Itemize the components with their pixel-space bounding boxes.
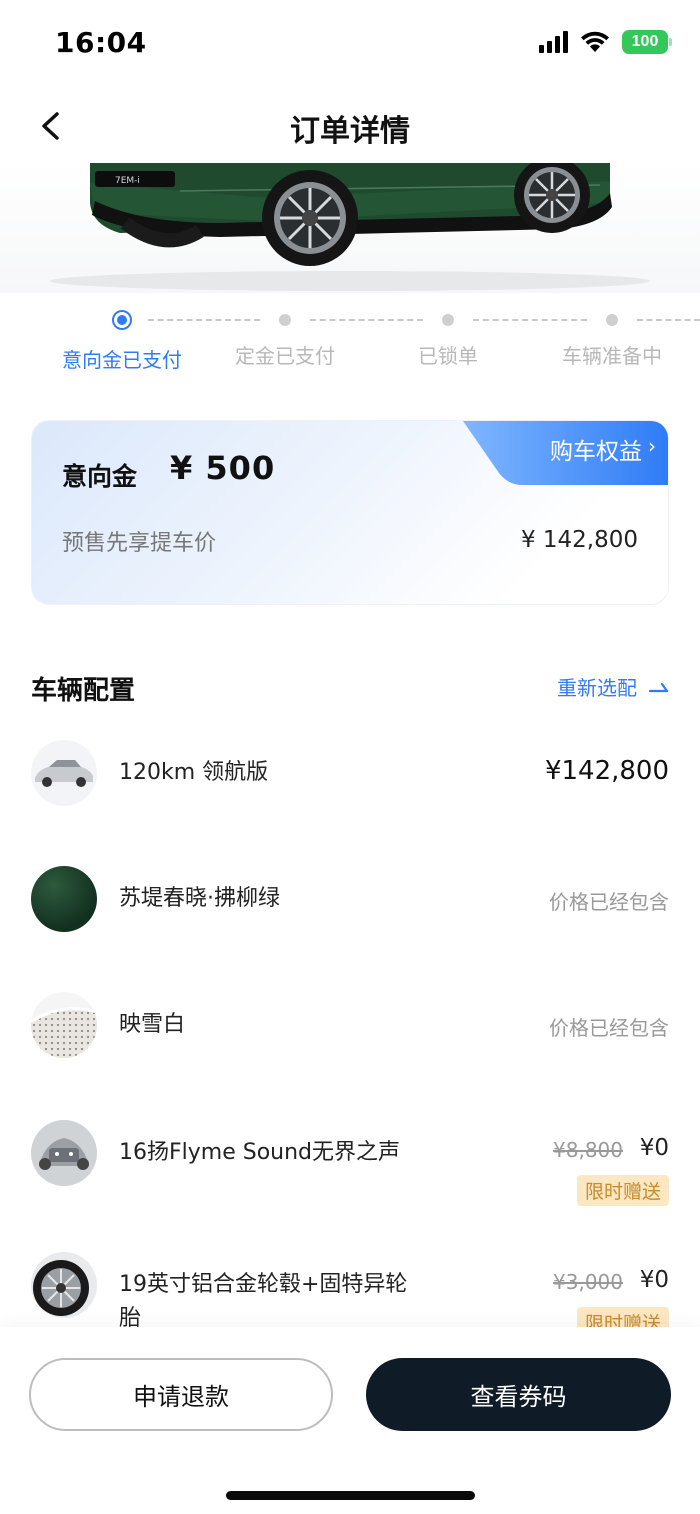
step-locked: 已锁单 xyxy=(358,305,538,369)
step-label: 定金已支付 xyxy=(235,344,335,368)
item-original-price: ¥3,000 xyxy=(553,1270,623,1294)
view-voucher-button[interactable]: 查看券码 xyxy=(366,1358,671,1431)
order-progress: 意向金已支付 定金已支付 已锁单 车辆准备中 xyxy=(0,305,700,375)
step-label: 车辆准备中 xyxy=(562,344,662,368)
item-included-note: 价格已经包含 xyxy=(549,890,669,914)
step-dot xyxy=(606,314,618,326)
reconfigure-label: 重新选配 xyxy=(557,676,637,700)
wheel-thumbnail xyxy=(31,1252,97,1318)
config-item-wheels: 19英寸铝合金轮毂+固特异轮胎 ¥3,000 ¥0 限时赠送 xyxy=(31,1252,669,1338)
item-price: ¥0 xyxy=(639,1267,669,1293)
wifi-icon xyxy=(581,31,609,52)
bottom-action-bar: 申请退款 查看券码 xyxy=(0,1327,700,1514)
step-intent-paid: 意向金已支付 xyxy=(32,305,212,373)
car-hero-image: 7EM-i xyxy=(0,163,700,293)
item-original-price: ¥8,800 xyxy=(553,1138,623,1162)
item-name: 120km 领航版 xyxy=(119,760,269,785)
item-price: ¥0 xyxy=(639,1135,669,1161)
config-item-sound: 16扬Flyme Sound无界之声 ¥8,800 ¥0 限时赠送 xyxy=(31,1120,669,1206)
reconfigure-link[interactable]: 重新选配 xyxy=(557,672,669,701)
step-label: 意向金已支付 xyxy=(62,348,182,372)
config-item-exterior-color: 苏堤春晓·拂柳绿 价格已经包含 xyxy=(31,866,669,946)
presale-price-label: 预售先享提车价 xyxy=(62,531,217,556)
page-title: 订单详情 xyxy=(290,114,410,149)
presale-price-value: ¥ 142,800 xyxy=(520,527,638,553)
gift-badge: 限时赠送 xyxy=(576,1175,669,1206)
step-dot xyxy=(442,314,454,326)
section-title-config: 车辆配置 xyxy=(31,676,136,706)
purchase-benefits-button[interactable]: 购车权益 › xyxy=(463,421,668,485)
svg-text:7EM-i: 7EM-i xyxy=(115,176,140,186)
nav-bar: 订单详情 xyxy=(0,90,700,162)
home-indicator[interactable] xyxy=(226,1491,475,1500)
item-name: 苏堤春晓·拂柳绿 xyxy=(119,886,280,911)
deposit-card: 购车权益 › 意向金 ¥ 500 预售先享提车价 ¥ 142,800 xyxy=(31,420,669,605)
benefit-label: 购车权益 xyxy=(550,439,642,465)
config-item-version: 120km 领航版 ¥142,800 xyxy=(31,740,669,820)
item-name: 16扬Flyme Sound无界之声 xyxy=(119,1140,401,1165)
request-refund-button[interactable]: 申请退款 xyxy=(29,1358,333,1431)
chevron-right-icon: › xyxy=(648,434,656,458)
step-preparing: 车辆准备中 xyxy=(522,305,700,369)
deposit-label: 意向金 xyxy=(62,462,138,491)
battery-icon: 100 xyxy=(622,30,672,54)
status-icons: 100 xyxy=(539,30,672,54)
step-deposit-paid: 定金已支付 xyxy=(195,305,375,369)
item-included-note: 价格已经包含 xyxy=(549,1016,669,1040)
sound-system-thumbnail xyxy=(31,1120,97,1186)
item-name: 映雪白 xyxy=(119,1012,186,1037)
cellular-signal-icon xyxy=(539,31,568,53)
status-time: 16:04 xyxy=(55,26,147,59)
item-name: 19英寸铝合金轮毂+固特异轮胎 xyxy=(119,1272,408,1331)
deposit-amount: ¥ 500 xyxy=(170,449,276,487)
config-item-interior: 映雪白 价格已经包含 xyxy=(31,992,669,1072)
status-bar: 16:04 100 xyxy=(0,0,700,90)
step-label: 已锁单 xyxy=(418,344,478,368)
step-dot-active xyxy=(112,310,132,330)
interior-swatch-white xyxy=(31,992,97,1058)
item-price: ¥142,800 xyxy=(544,756,669,786)
arrow-right-icon xyxy=(649,682,669,692)
step-dot xyxy=(279,314,291,326)
car-thumbnail xyxy=(31,740,97,806)
color-swatch-green xyxy=(31,866,97,932)
